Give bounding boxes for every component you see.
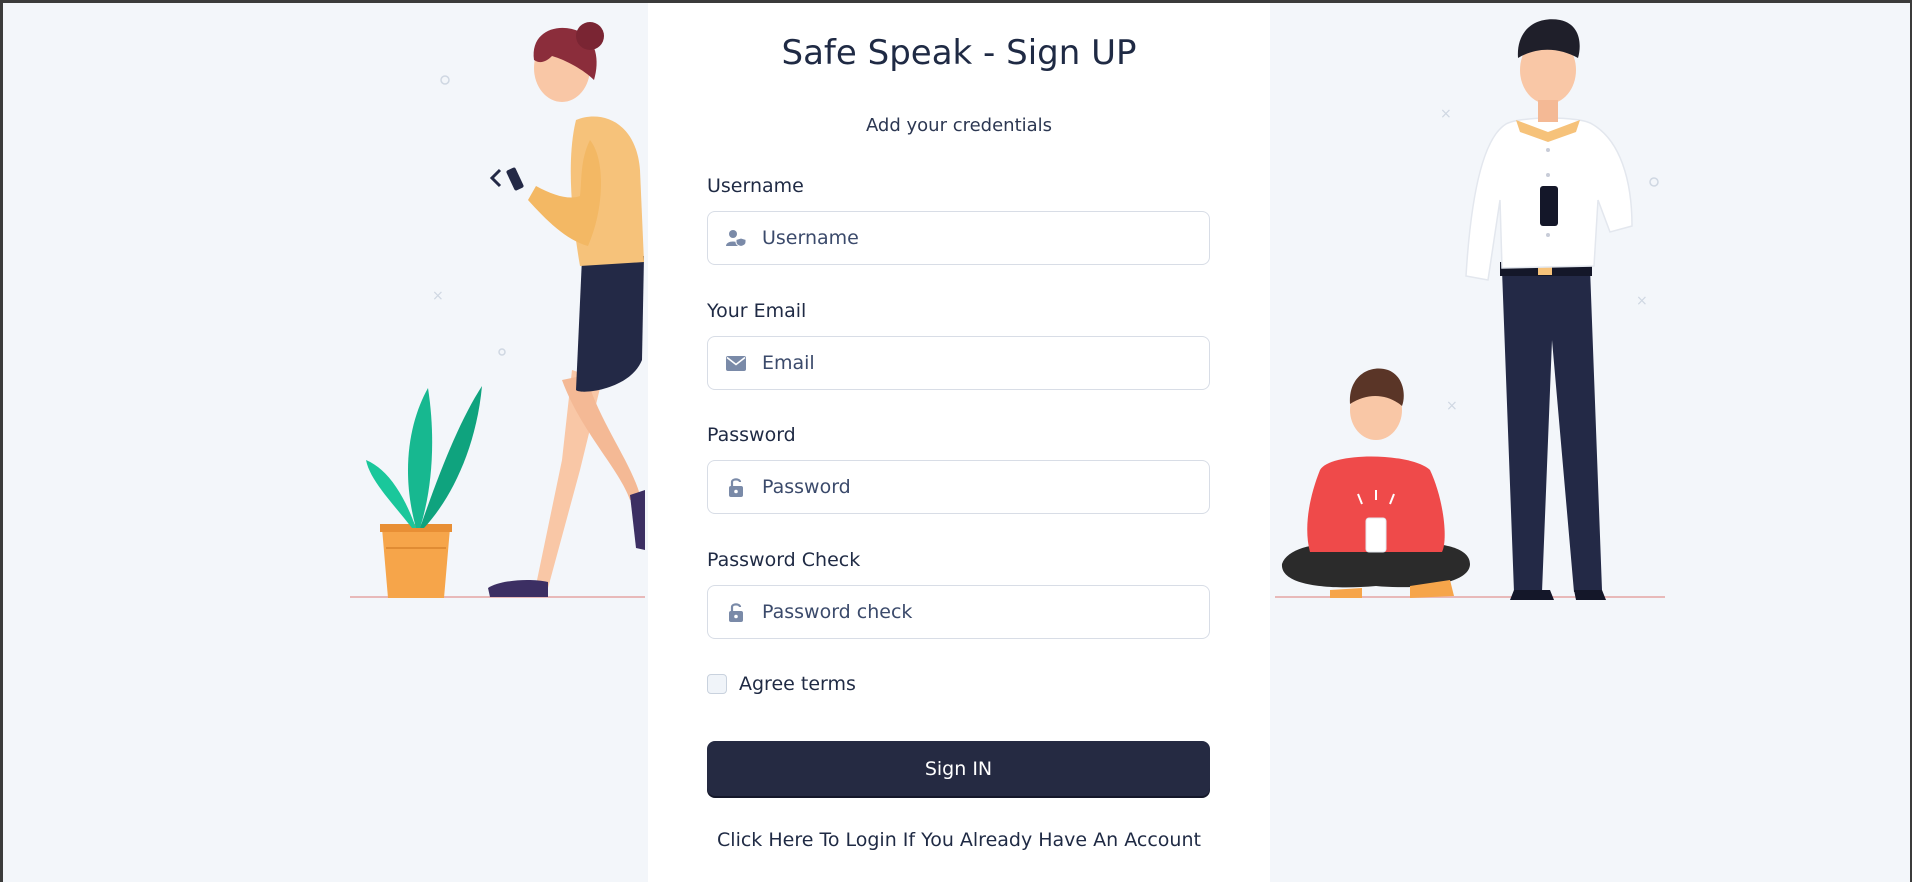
login-link[interactable]: Click Here To Login If You Already Have … bbox=[648, 829, 1270, 851]
username-field[interactable] bbox=[707, 211, 1210, 265]
page-subtitle: Add your credentials bbox=[865, 115, 1053, 136]
envelope-icon bbox=[724, 353, 748, 373]
email-label: Your Email bbox=[707, 300, 807, 322]
sign-in-button[interactable]: Sign IN bbox=[707, 741, 1210, 796]
user-shield-icon bbox=[724, 228, 748, 248]
password-check-field[interactable] bbox=[707, 585, 1210, 639]
password-field[interactable] bbox=[707, 460, 1210, 514]
svg-text:×: × bbox=[1636, 293, 1648, 309]
svg-text:×: × bbox=[1446, 398, 1458, 414]
password-check-label: Password Check bbox=[707, 549, 861, 571]
password-input[interactable] bbox=[760, 475, 1204, 499]
email-input[interactable] bbox=[760, 351, 1204, 375]
woman-with-phone-illustration: × bbox=[350, 22, 645, 598]
agree-terms-checkbox[interactable] bbox=[707, 674, 727, 694]
username-input[interactable] bbox=[760, 226, 1204, 250]
password-check-input[interactable] bbox=[760, 600, 1204, 624]
unlock-icon bbox=[724, 477, 748, 497]
username-label: Username bbox=[707, 175, 804, 197]
svg-text:×: × bbox=[432, 288, 444, 304]
password-label: Password bbox=[707, 424, 796, 446]
agree-terms-label: Agree terms bbox=[739, 673, 856, 695]
agree-terms-row[interactable]: Agree terms bbox=[707, 673, 856, 695]
man-and-boy-with-phones-illustration: × × × bbox=[1275, 19, 1665, 600]
email-field[interactable] bbox=[707, 336, 1210, 390]
unlock-icon bbox=[724, 602, 748, 622]
signup-card: Safe Speak - Sign UP Add your credential… bbox=[648, 3, 1270, 882]
page-title: Safe Speak - Sign UP bbox=[781, 33, 1137, 73]
svg-text:×: × bbox=[1440, 106, 1452, 122]
